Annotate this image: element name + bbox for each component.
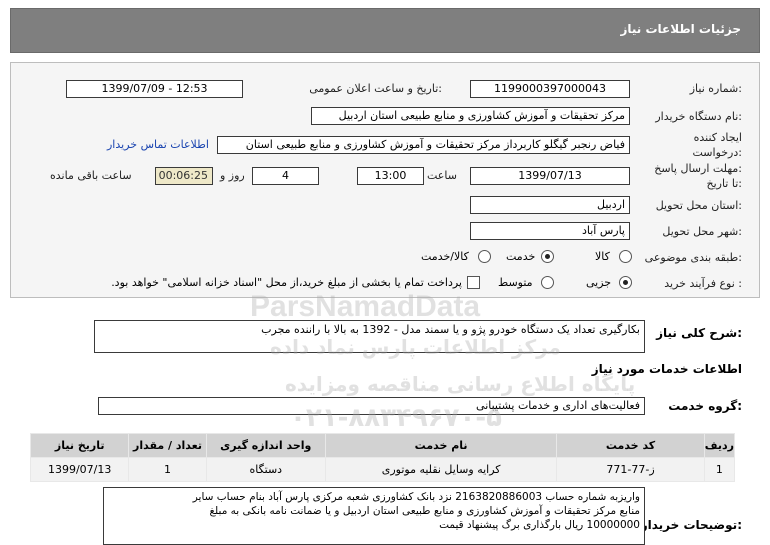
announce-label: تاریخ و ساعت اعلان عمومی: [309,82,442,95]
col-service-code: کد خدمت [556,433,705,458]
province-label: استان محل تحویل: [655,199,742,212]
process-medium-radio[interactable] [541,276,554,289]
category-goods-label: کالا [595,250,610,263]
col-unit: واحد اندازه گیری [205,433,326,458]
deadline-label-1: مهلت ارسال پاسخ: [654,162,742,175]
category-service-radio[interactable] [541,250,554,263]
cell-service-name: کرایه وسایل نقلیه موتوری [324,457,558,482]
services-section-title: اطلاعات خدمات مورد نیاز [591,362,742,376]
buyer-contact-link[interactable]: اطلاعات تماس خریدار [107,138,209,151]
col-need-date: تاریخ نیاز [29,433,130,458]
remaining-label: ساعت باقی مانده [50,169,132,182]
col-service-name: نام خدمت [324,433,558,458]
buyer-notes-line: واریزبه شماره حساب 2163820886003 نزد بان… [192,491,640,503]
cell-need-date: 1399/07/13 [29,457,130,482]
process-partial-label: جزیی [586,276,612,289]
province-field[interactable]: اردبیل [470,196,630,214]
description-label: شرح کلی نیاز: [656,326,742,340]
cell-quantity: 1 [128,457,207,482]
creator-label-2: درخواست: [692,146,743,159]
services-table: تاریخ نیاز تعداد / مقدار واحد اندازه گیر… [29,433,736,482]
category-goods-service-label: کالا/خدمت [421,250,469,263]
page-title: جزئیات اطلاعات نیاز [620,22,741,36]
category-service-label: خدمت [506,250,536,263]
treasury-payment-checkbox[interactable] [467,276,480,289]
buyer-notes-label: توضیحات خریدار: [640,518,742,532]
process-label: نوع فرآیند خرید : [664,277,742,290]
category-goods-radio[interactable] [619,250,632,263]
city-label: شهر محل تحویل: [662,225,742,238]
service-group-field[interactable]: فعالیت‌های اداری و خدمات پشتیبانی [98,397,645,415]
table-row[interactable]: 1399/07/13 1 دستگاه کرایه وسایل نقلیه مو… [29,457,736,482]
page-header: جزئیات اطلاعات نیاز [10,8,760,53]
creator-field[interactable]: فیاض رنجبر گیگلو کاربرداز مرکز تحقیقات و… [217,136,630,154]
city-field[interactable]: پارس آباد [470,222,630,240]
col-row-number: ردیف [703,433,736,458]
watermark-line-2: پایگاه اطلاع رسانی مناقصه ومزایده [285,372,636,396]
creator-label-1: ایجاد کننده [693,131,742,144]
need-number-field[interactable]: 1199000397000043 [470,80,630,98]
announce-date-field[interactable]: 1399/07/09 - 12:53 [66,80,243,98]
cell-row-number: 1 [703,457,736,482]
service-group-label: گروه خدمت: [668,399,742,413]
description-field[interactable]: بکارگیری تعداد یک دستگاه خودرو پژو و یا … [94,320,645,353]
days-label: روز و [220,169,245,182]
payment-note: پرداخت تمام یا بخشی از مبلغ خرید،از محل … [111,276,462,289]
col-quantity: تعداد / مقدار [128,433,207,458]
buyer-notes-line: 10000000 ریال بارگذاری برگ پیشنهاد قیمت [439,519,640,531]
deadline-time-field[interactable]: 13:00 [357,167,424,185]
process-medium-label: متوسط [498,276,533,289]
remaining-timer: 00:06:25 [155,167,213,185]
deadline-date-field[interactable]: 1399/07/13 [470,167,630,185]
need-number-label: شماره نیاز: [689,82,742,95]
cell-unit: دستگاه [205,457,326,482]
buyer-label: نام دستگاه خریدار: [655,110,742,123]
cell-service-code: ز-77-771 [556,457,705,482]
process-partial-radio[interactable] [619,276,632,289]
table-header-row: تاریخ نیاز تعداد / مقدار واحد اندازه گیر… [29,433,736,458]
deadline-time-label: ساعت [427,169,457,182]
buyer-notes-field[interactable]: واریزبه شماره حساب 2163820886003 نزد بان… [103,487,645,545]
category-goods-service-radio[interactable] [478,250,491,263]
buyer-field[interactable]: مرکز تحقیقات و آموزش کشاورزی و منابع طبی… [311,107,630,125]
category-label: طبقه بندی موضوعی: [644,251,742,264]
days-remaining-field[interactable]: 4 [252,167,319,185]
buyer-notes-line: منابع مرکز تحقیقات و آموزش کشاورزی و منا… [209,505,640,517]
deadline-label-2: تا تاریخ: [706,177,742,190]
